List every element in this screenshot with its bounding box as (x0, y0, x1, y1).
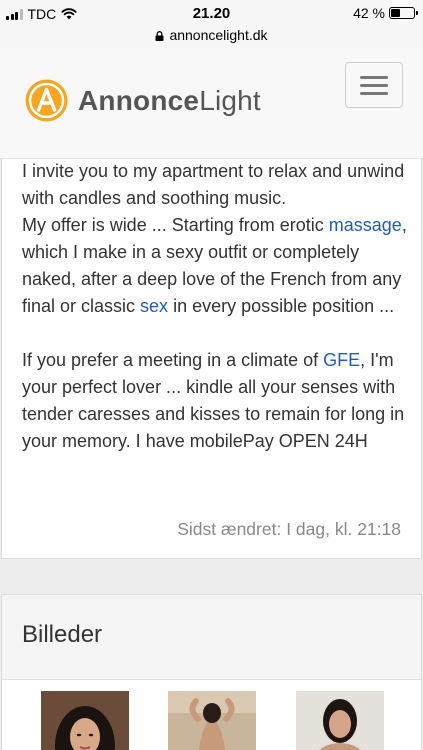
ad-description: I invite you to my apartment to relax an… (22, 158, 407, 482)
lock-icon (155, 31, 164, 41)
site-header: AnnonceLight (0, 49, 423, 159)
images-panel: Billeder (1, 594, 422, 750)
ad-description-panel: I invite you to my apartment to relax an… (1, 159, 422, 559)
gfe-link[interactable]: GFE (323, 350, 360, 370)
menu-toggle-button[interactable] (345, 62, 403, 108)
site-logo[interactable]: AnnonceLight (25, 79, 261, 122)
massage-link[interactable]: massage (329, 215, 402, 235)
description-paragraph: I invite you to my apartment to relax an… (22, 161, 407, 316)
gallery-thumbnail[interactable] (168, 691, 256, 750)
sex-link[interactable]: sex (140, 296, 168, 316)
logo-wordmark: AnnonceLight (78, 84, 261, 116)
images-heading: Billeder (22, 621, 103, 648)
address-bar[interactable]: annoncelight.dk (0, 27, 423, 49)
photo-image (296, 691, 384, 750)
logo-a-icon (25, 79, 68, 122)
last-modified: Sidst ændret: I dag, kl. 21:18 (177, 519, 401, 539)
gallery-thumbnail[interactable] (41, 691, 129, 750)
gallery-thumbnail[interactable] (296, 691, 384, 750)
description-paragraph: If you prefer a meeting in a climate of … (22, 350, 405, 451)
status-bar: TDC 21.20 42 % (0, 0, 423, 27)
battery-icon (389, 7, 418, 19)
hamburger-icon (360, 75, 388, 79)
url-text: annoncelight.dk (169, 27, 268, 43)
photo-image (168, 691, 256, 750)
battery-percentage: 42 % (353, 5, 385, 21)
photo-image (41, 691, 129, 750)
